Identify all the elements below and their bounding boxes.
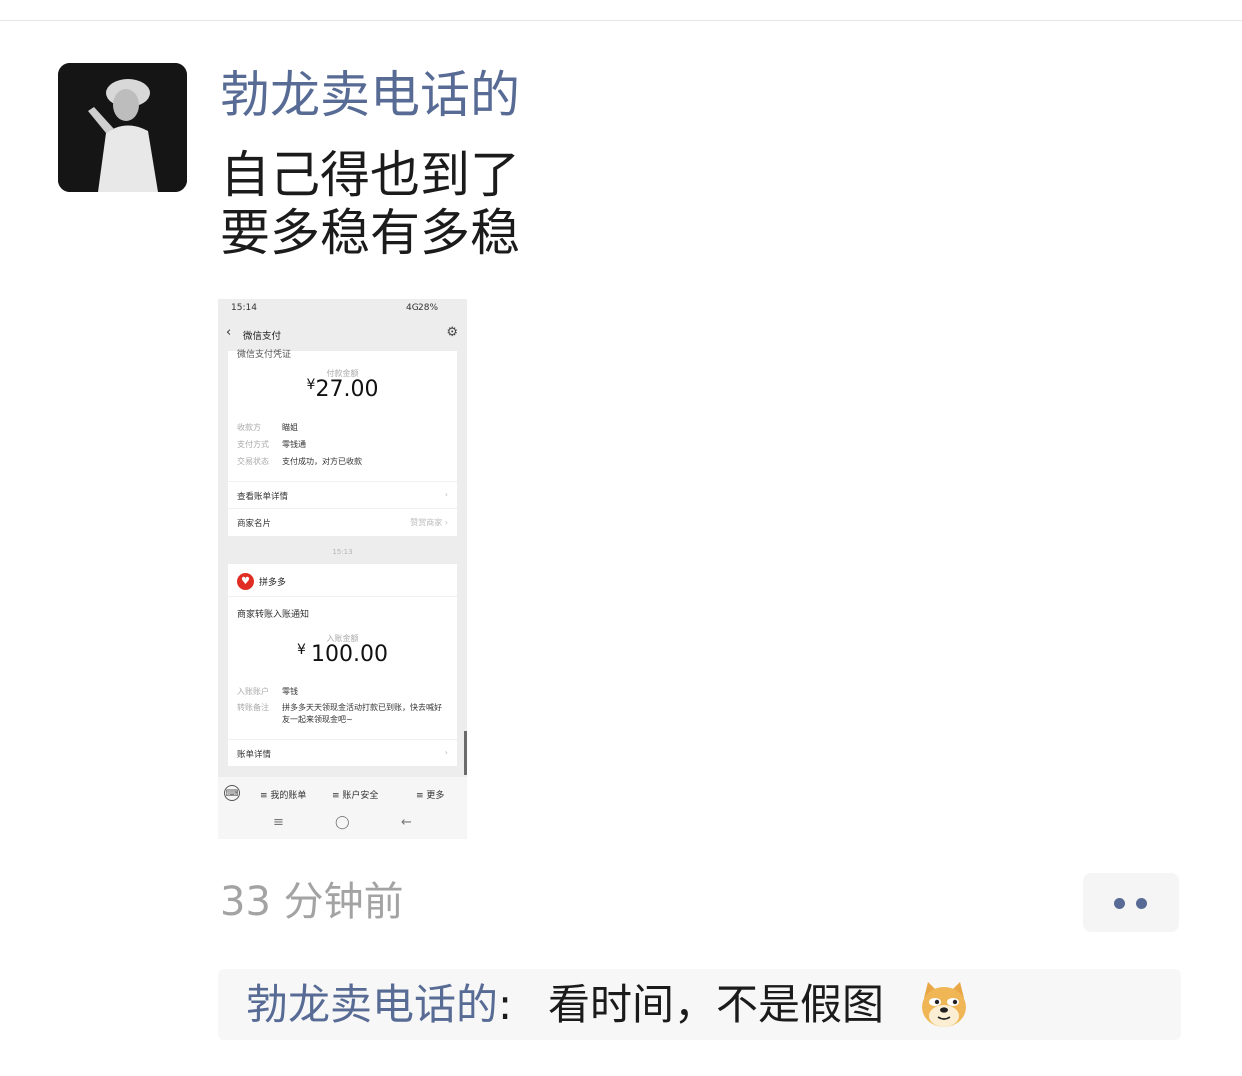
field-key: 支付方式 bbox=[237, 440, 269, 449]
merchant-card-label: 商家名片 bbox=[237, 519, 272, 529]
chevron-right-icon: › bbox=[444, 490, 448, 499]
chevron-right-icon: › bbox=[444, 748, 448, 757]
detail-field: 收款方 瞄姐 bbox=[237, 422, 298, 433]
card-divider bbox=[228, 596, 457, 597]
post-author[interactable]: 勃龙卖电话的 bbox=[220, 64, 520, 126]
post-image[interactable]: 15:14 4G 28% ‹ 微信支付 ⚙ 微信支付凭证 付款金额 ¥27.00… bbox=[218, 299, 467, 839]
back-arrow-icon: ‹ bbox=[226, 325, 232, 340]
pinduoduo-logo-icon: ♥ bbox=[237, 573, 254, 590]
screenshot-header: ‹ 微信支付 ⚙ bbox=[218, 321, 467, 347]
nav-home-icon: ◯ bbox=[335, 815, 350, 830]
merchant-card-right: 赞赏商家 › bbox=[410, 518, 448, 527]
more-button[interactable] bbox=[1083, 873, 1179, 932]
view-bill-row: 查看账单详情 › bbox=[228, 481, 457, 508]
status-time: 15:14 bbox=[231, 303, 257, 313]
keyboard-icon: ⌨ bbox=[224, 785, 240, 801]
amount: ¥27.00 bbox=[228, 377, 457, 402]
transfer-title: 商家转账入账通知 bbox=[237, 607, 309, 620]
view-bill-label: 查看账单详情 bbox=[237, 492, 289, 502]
field-key: 交易状态 bbox=[237, 457, 269, 466]
post-text-line: 要多稳有多稳 bbox=[220, 204, 520, 262]
status-battery: 28% bbox=[418, 303, 439, 313]
post-time: 33 分钟前 bbox=[220, 879, 404, 925]
top-divider bbox=[0, 20, 1242, 21]
card-cut-title: 微信支付凭证 bbox=[237, 350, 292, 360]
transfer-card: ♥ 拼多多 商家转账入账通知 入账金额 ¥ 100.00 入账账户 零钱 转账备注… bbox=[228, 564, 457, 766]
field-value: 瞄姐 bbox=[282, 423, 298, 432]
menu-my-bills: ≡ 我的账单 bbox=[260, 791, 307, 801]
amount-value: 100.00 bbox=[311, 642, 388, 667]
scrollbar bbox=[464, 731, 467, 775]
reward-merchant-label: 赞赏商家 bbox=[410, 518, 443, 527]
field-value: 支付成功，对方已收款 bbox=[282, 457, 362, 466]
more-dots-icon bbox=[1114, 898, 1125, 909]
post-text-line: 自己得也到了 bbox=[220, 146, 520, 204]
avatar[interactable] bbox=[58, 63, 187, 192]
bill-detail-row: 账单详情 › bbox=[228, 739, 457, 766]
field-key: 入账账户 bbox=[237, 687, 269, 696]
comment-author-name[interactable]: 勃龙卖电话的 bbox=[246, 980, 498, 1029]
field-value: 零钱通 bbox=[282, 440, 306, 449]
merchant-card-row: 商家名片 赞赏商家 › bbox=[228, 508, 457, 535]
more-dots-icon bbox=[1136, 898, 1147, 909]
detail-field: 支付方式 零钱通 bbox=[237, 439, 306, 450]
field-value: 零钱 bbox=[282, 687, 298, 696]
comment-author[interactable]: 勃龙卖电话的: bbox=[246, 979, 512, 1031]
status-signal: 4G bbox=[406, 303, 419, 313]
merchant-name: 拼多多 bbox=[259, 578, 287, 588]
post-text: 自己得也到了 要多稳有多稳 bbox=[220, 146, 520, 262]
screenshot-bottom-bar: ⌨ ≡ 我的账单 ≡ 账户安全 ≡ 更多 ≡ ◯ ← bbox=[218, 777, 467, 839]
gear-icon: ⚙ bbox=[446, 325, 458, 340]
comment-box: 勃龙卖电话的: 看时间，不是假图 bbox=[218, 969, 1181, 1040]
field-value: 拼多多天天领现金活动打款已到账，快去喊好友一起来领现金吧~ bbox=[282, 703, 442, 724]
currency-symbol: ¥ bbox=[297, 642, 306, 658]
menu-account-security: ≡ 账户安全 bbox=[332, 791, 379, 801]
detail-field: 转账备注 拼多多天天领现金活动打款已到账，快去喊好友一起来领现金吧~ bbox=[237, 702, 447, 726]
detail-field: 入账账户 零钱 bbox=[237, 686, 298, 697]
comment-text: 看时间，不是假图 bbox=[548, 980, 885, 1029]
message-timestamp: 15:13 bbox=[332, 548, 353, 556]
transfer-title-text: 商家转账入账通知 bbox=[237, 610, 310, 620]
amount: ¥ 100.00 bbox=[228, 642, 457, 667]
bill-detail-label: 账单详情 bbox=[237, 750, 272, 760]
menu-more: ≡ 更多 bbox=[416, 791, 445, 801]
field-key: 收款方 bbox=[237, 423, 261, 432]
detail-field: 交易状态 支付成功，对方已收款 bbox=[237, 456, 362, 467]
screenshot-header-title: 微信支付 bbox=[243, 331, 282, 342]
field-key: 转账备注 bbox=[237, 703, 269, 712]
payment-card: 微信支付凭证 付款金额 ¥27.00 收款方 瞄姐 支付方式 零钱通 交易状态 支付成… bbox=[228, 350, 457, 536]
nav-back-icon: ← bbox=[401, 815, 412, 830]
nav-menu-icon: ≡ bbox=[273, 815, 284, 830]
doge-emoji-icon bbox=[922, 982, 966, 1027]
comment-separator: : bbox=[498, 980, 513, 1029]
amount-value: 27.00 bbox=[315, 377, 379, 402]
